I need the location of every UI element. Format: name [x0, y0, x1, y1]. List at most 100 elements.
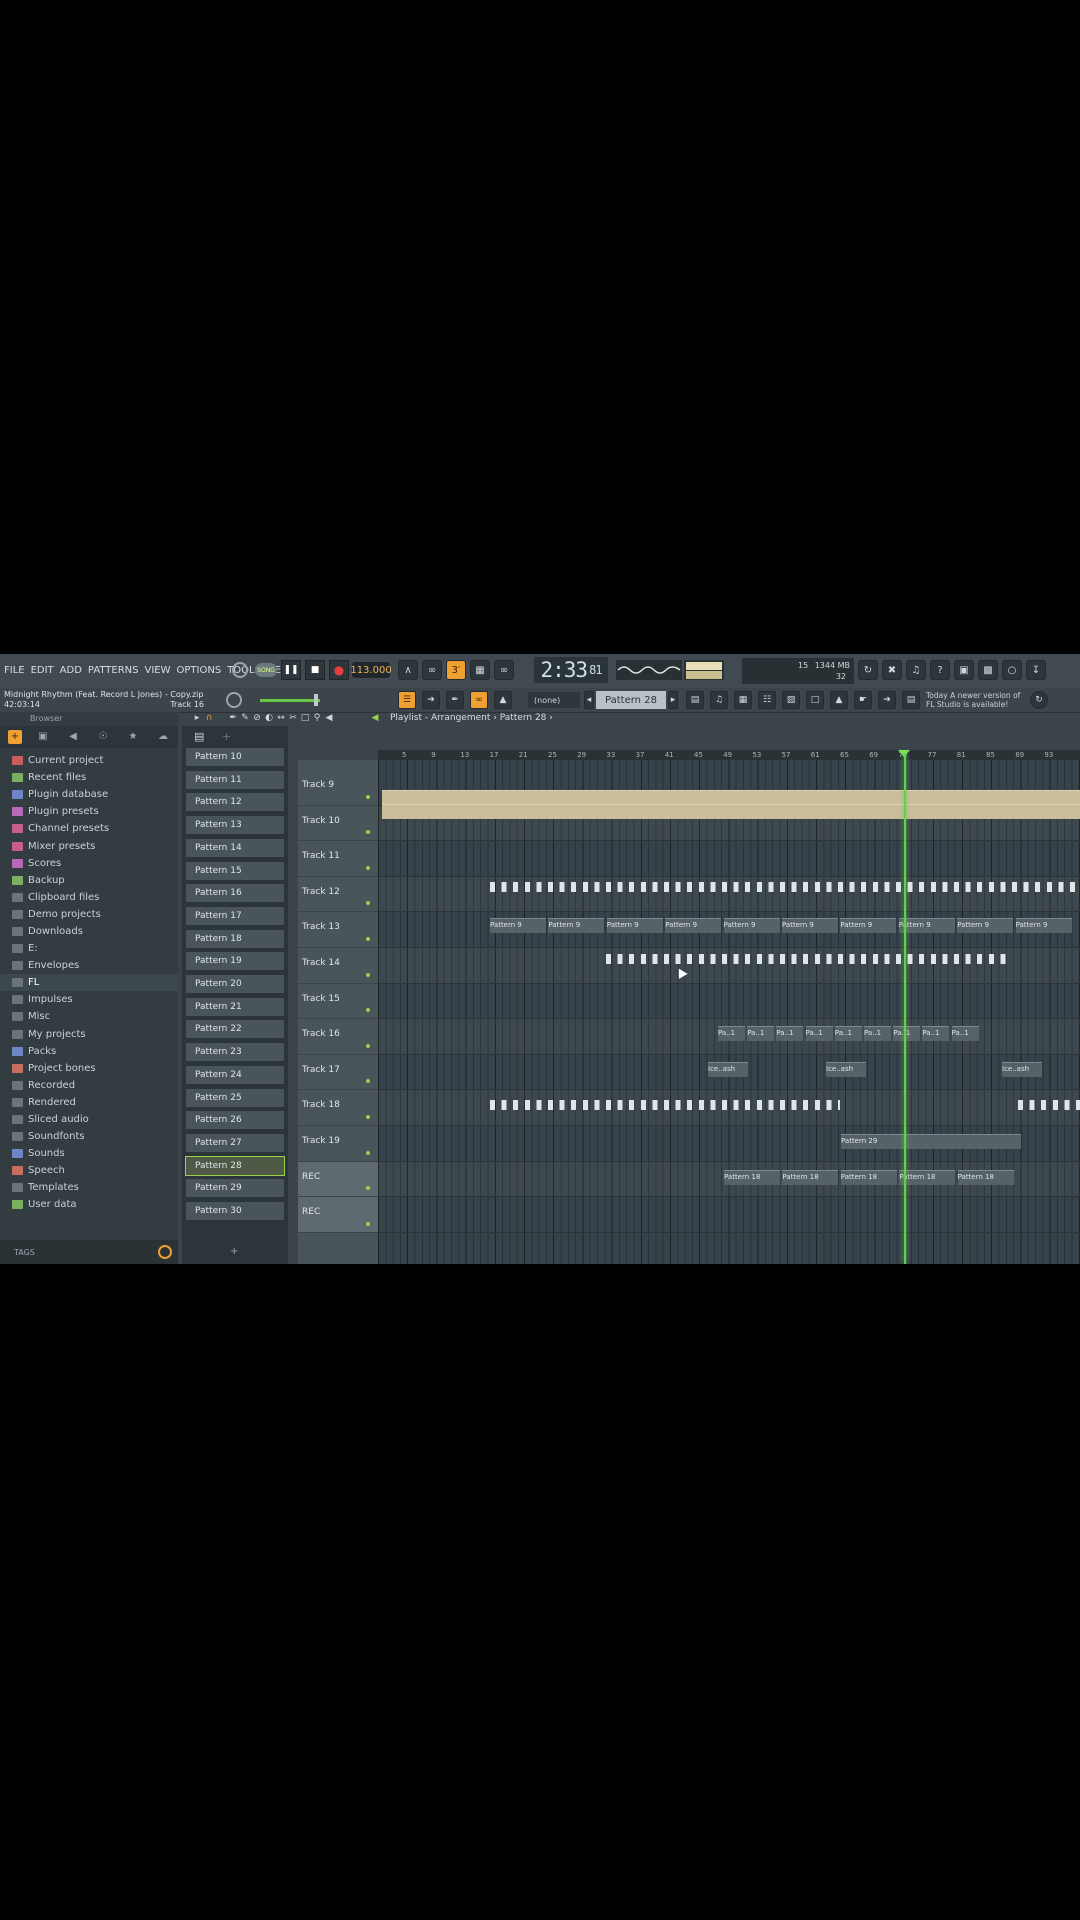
browser-item[interactable]: Rendered: [0, 1094, 178, 1111]
delete-tool-icon[interactable]: ⊘: [252, 713, 262, 723]
playback-tool-icon[interactable]: ◀: [324, 713, 334, 723]
search-icon[interactable]: [158, 1245, 172, 1259]
magnet-snap-icon[interactable]: ∩: [204, 713, 214, 723]
pattern-item[interactable]: Pattern 27: [186, 1133, 284, 1152]
piano-roll-icon[interactable]: ♫: [710, 691, 728, 709]
playlist-clip[interactable]: Pattern 9: [665, 918, 722, 933]
prev-pattern-icon[interactable]: ◂: [584, 691, 594, 709]
track-header[interactable]: Track 12: [298, 877, 378, 913]
plugin-picker-icon[interactable]: ▲: [830, 691, 848, 709]
files-tab-icon[interactable]: ▣: [36, 730, 50, 744]
playlist-icon[interactable]: ▤: [686, 691, 704, 709]
link-icon[interactable]: ∞: [470, 691, 488, 709]
wait-input-icon[interactable]: ∞: [422, 660, 442, 680]
playlist-clip[interactable]: Ice..ash: [708, 1062, 748, 1077]
news-panel[interactable]: Today A newer version of FL Studio is av…: [926, 691, 1036, 709]
track-led-icon[interactable]: [366, 1150, 370, 1155]
draw-tool-icon[interactable]: ✒: [228, 713, 238, 723]
step-edit-icon[interactable]: ▦: [470, 660, 490, 680]
track-header[interactable]: Track 11: [298, 841, 378, 877]
picker-plus-icon[interactable]: +: [222, 730, 231, 743]
playlist-clip[interactable]: Pattern 18: [724, 1170, 780, 1185]
track-led-icon[interactable]: [366, 1186, 370, 1191]
store-icon[interactable]: ▤: [902, 691, 920, 709]
playlist-clip[interactable]: Pattern 9: [840, 918, 897, 933]
browser-item[interactable]: Scores: [0, 855, 178, 872]
browser-item[interactable]: Misc: [0, 1008, 178, 1025]
track-header[interactable]: Track 15: [298, 984, 378, 1020]
browser-item[interactable]: Backup: [0, 872, 178, 889]
next-pattern-icon[interactable]: ▸: [668, 691, 678, 709]
browser-item[interactable]: Templates: [0, 1179, 178, 1196]
track-led-icon[interactable]: [366, 1079, 370, 1084]
browser-item[interactable]: Envelopes: [0, 957, 178, 974]
browser-item[interactable]: E:: [0, 940, 178, 957]
track-header[interactable]: Track 9: [298, 770, 378, 806]
slice-tool-icon[interactable]: ✂: [288, 713, 298, 723]
track-header[interactable]: REC: [298, 1161, 378, 1198]
playlist-clip[interactable]: Pattern 18: [840, 1170, 897, 1185]
playlist-clip[interactable]: Pa..1: [834, 1026, 862, 1041]
master-volume-slider[interactable]: [260, 694, 320, 706]
playlist-clip[interactable]: Ice..ash: [1002, 1062, 1042, 1077]
track-led-icon[interactable]: [366, 1008, 370, 1013]
snap-select[interactable]: (none): [528, 692, 580, 708]
pattern-item[interactable]: Pattern 26: [186, 1111, 284, 1130]
playlist-clip[interactable]: Pa..1: [893, 1026, 921, 1041]
playlist-clip[interactable]: Pattern 9: [606, 918, 663, 933]
track-led-icon[interactable]: [366, 865, 370, 870]
note-pattern-clip[interactable]: [606, 954, 1006, 964]
record-button[interactable]: ●: [329, 660, 349, 680]
chat-icon[interactable]: ○: [1002, 660, 1022, 680]
playlist-clip[interactable]: Pattern 9: [957, 918, 1014, 933]
pat-song-dial-icon[interactable]: [232, 662, 248, 678]
playlist-clip[interactable]: Pa..1: [718, 1026, 745, 1041]
pattern-item[interactable]: Pattern 28: [185, 1155, 285, 1176]
browser-item[interactable]: My projects: [0, 1026, 178, 1043]
browser-item[interactable]: Downloads: [0, 923, 178, 940]
browser-item[interactable]: Speech: [0, 1162, 178, 1179]
playlist-clip[interactable]: [382, 804, 1080, 819]
browser-item[interactable]: Recent files: [0, 769, 178, 786]
menu-options[interactable]: OPTIONS: [177, 665, 222, 676]
star-tab-icon[interactable]: ★: [126, 730, 140, 744]
browser-item[interactable]: Clipboard files: [0, 889, 178, 906]
browser-item[interactable]: Channel presets: [0, 820, 178, 837]
stop-button[interactable]: ■: [305, 660, 325, 680]
tools-icon[interactable]: ✖: [882, 660, 902, 680]
song-mode-toggle[interactable]: SONG: [255, 663, 277, 677]
mixer-icon[interactable]: ☷: [758, 691, 776, 709]
playlist-clip[interactable]: Pa..1: [951, 1026, 979, 1041]
track-header[interactable]: Track 17: [298, 1055, 378, 1091]
pattern-item[interactable]: Pattern 18: [186, 929, 284, 948]
playlist-clip[interactable]: Pattern 18: [957, 1170, 1014, 1185]
download-icon[interactable]: ↧: [1026, 660, 1046, 680]
track-led-icon[interactable]: [366, 901, 370, 906]
timeline-ruler[interactable]: 5 9 13 17 21 25 29 33 37 41 45 49 53 57 61 65 69 73 77 81 85…: [378, 750, 1080, 760]
track-header[interactable]: Track 14: [298, 948, 378, 984]
playlist-clip[interactable]: Pa..1: [805, 1026, 833, 1041]
add-pattern-icon[interactable]: +: [230, 1246, 238, 1257]
playlist-clip[interactable]: Pa..1: [776, 1026, 804, 1041]
playlist-clip[interactable]: Pattern 9: [490, 918, 546, 933]
pattern-item[interactable]: Pattern 30: [186, 1202, 284, 1220]
note-pattern-clip[interactable]: [1018, 1100, 1080, 1110]
playlist-grid[interactable]: Pattern 9 Pattern 9 Pattern 9 Pattern 9 Patt…: [378, 760, 1080, 1264]
pattern-selector[interactable]: Pattern 28: [596, 691, 666, 709]
track-led-icon[interactable]: [366, 972, 370, 977]
pattern-item[interactable]: Pattern 29: [186, 1179, 284, 1198]
pattern-item[interactable]: Pattern 15: [186, 861, 284, 880]
track-lane[interactable]: [378, 841, 1080, 877]
project-icon[interactable]: □: [806, 691, 824, 709]
browser-item[interactable]: FL: [0, 974, 178, 992]
browser-item[interactable]: Sounds: [0, 1145, 178, 1162]
slip-tool-icon[interactable]: ↔: [276, 713, 286, 723]
pattern-item[interactable]: Pattern 10: [186, 748, 284, 766]
playlist-arrow-icon[interactable]: ◀: [370, 713, 380, 723]
playlist-clip[interactable]: Pattern 18: [782, 1170, 839, 1185]
paint-tool-icon[interactable]: ✎: [240, 713, 250, 723]
browser-item[interactable]: Impulses: [0, 991, 178, 1008]
pattern-item[interactable]: Pattern 11: [186, 770, 284, 789]
pattern-item[interactable]: Pattern 14: [186, 838, 284, 857]
browser-item[interactable]: Recorded: [0, 1077, 178, 1094]
